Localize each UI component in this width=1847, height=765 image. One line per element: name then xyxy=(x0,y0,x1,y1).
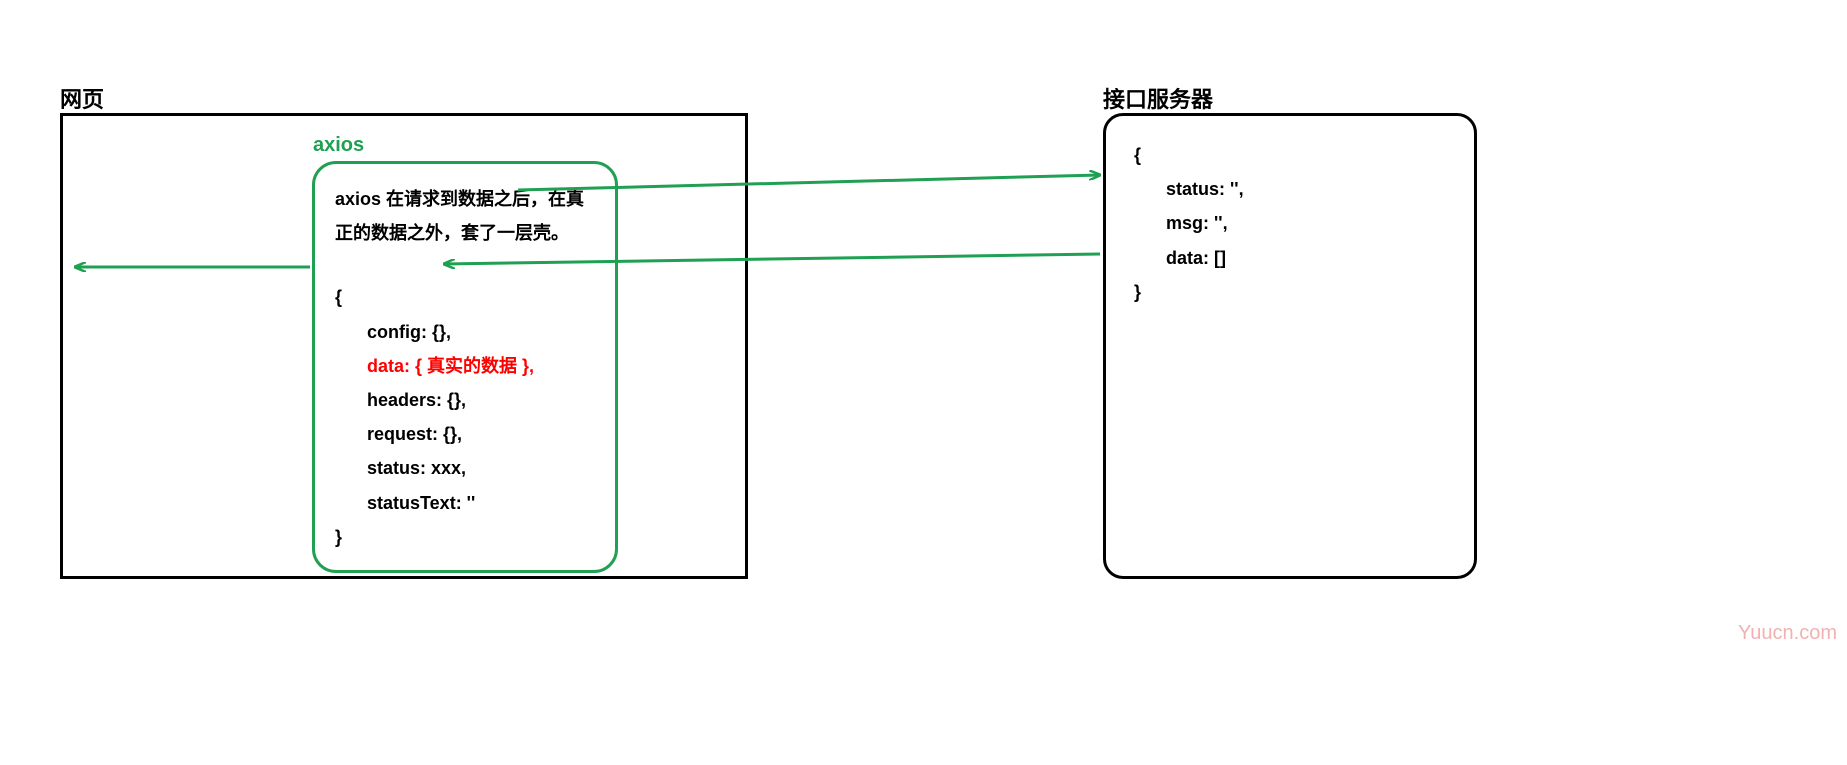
axios-label: axios xyxy=(313,134,364,157)
server-response-object: { status: '', msg: '', data: [] } xyxy=(1134,138,1446,309)
server-title: 接口服务器 xyxy=(1103,82,1213,114)
axios-obj-data: data: { 真实的数据 }, xyxy=(335,349,595,383)
server-obj-close: } xyxy=(1134,275,1446,309)
server-obj-open: { xyxy=(1134,138,1446,172)
axios-obj-config: config: {}, xyxy=(335,315,595,349)
server-obj-status: status: '', xyxy=(1134,172,1446,206)
axios-obj-status: status: xxx, xyxy=(335,451,595,485)
server-obj-data: data: [] xyxy=(1134,241,1446,275)
server-obj-msg: msg: '', xyxy=(1134,206,1446,240)
axios-obj-headers: headers: {}, xyxy=(335,383,595,417)
axios-obj-statusText: statusText: '' xyxy=(335,486,595,520)
diagram-canvas: 网页 axios axios 在请求到数据之后，在真正的数据之外，套了一层壳。 … xyxy=(0,0,1847,765)
axios-description: axios 在请求到数据之后，在真正的数据之外，套了一层壳。 xyxy=(335,182,595,250)
axios-box: axios 在请求到数据之后，在真正的数据之外，套了一层壳。 { config:… xyxy=(312,161,618,573)
webpage-title: 网页 xyxy=(60,82,104,114)
axios-obj-request: request: {}, xyxy=(335,417,595,451)
server-box: { status: '', msg: '', data: [] } xyxy=(1103,113,1477,579)
axios-obj-close: } xyxy=(335,520,595,554)
axios-response-object: { config: {}, data: { 真实的数据 }, headers: … xyxy=(335,280,595,554)
watermark: Yuucn.com xyxy=(1738,622,1837,645)
axios-obj-open: { xyxy=(335,280,595,314)
